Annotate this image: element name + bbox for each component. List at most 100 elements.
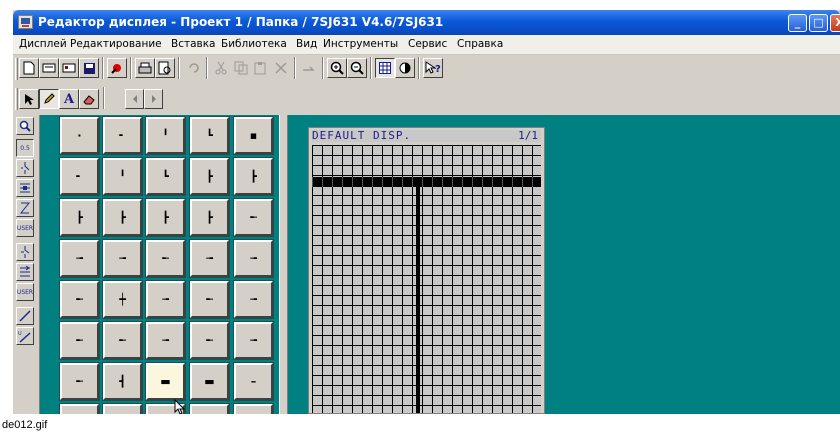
palette-symbol[interactable]: ╸	[59, 157, 100, 196]
pane-splitter[interactable]	[279, 115, 288, 414]
paste-icon[interactable]	[251, 58, 271, 78]
new-icon[interactable]	[19, 58, 39, 78]
cut-icon[interactable]	[211, 58, 231, 78]
line-icon[interactable]	[16, 307, 34, 325]
palette-symbol[interactable]: ╼	[233, 321, 274, 360]
window-title: Редактор дисплея - Проект 1 / Папка / 7S…	[38, 15, 444, 29]
palette-symbol[interactable]: ╼	[233, 280, 274, 319]
palette-symbol[interactable]: ┣	[189, 157, 230, 196]
palette-symbol[interactable]: ┣	[59, 198, 100, 237]
palette-symbol[interactable]: ·	[59, 116, 100, 155]
text-icon[interactable]: 0.5	[16, 139, 34, 157]
menu-help[interactable]: Справка	[457, 38, 503, 50]
symbol-category-sidebar: 0.5 USER USER U	[13, 115, 40, 414]
palette-symbol[interactable]: ╹	[102, 157, 143, 196]
palette-symbol[interactable]: ╾	[59, 280, 100, 319]
palette-symbol[interactable]	[102, 403, 143, 414]
palette-symbol[interactable]: ╼	[233, 239, 274, 278]
palette-symbol[interactable]	[189, 403, 230, 414]
zoom-in-icon[interactable]	[327, 58, 347, 78]
open-icon[interactable]	[39, 58, 59, 78]
palette-symbol[interactable]: ╹	[145, 116, 186, 155]
palette-symbol[interactable]: ╼	[145, 321, 186, 360]
palette-symbol[interactable]: ╼	[145, 280, 186, 319]
palette-symbol[interactable]: ╸	[102, 116, 143, 155]
open-device-icon[interactable]	[59, 58, 79, 78]
palette-symbol[interactable]: ╾	[233, 198, 274, 237]
menu-library[interactable]: Библиотека	[221, 38, 287, 50]
palette-symbol[interactable]: –	[233, 362, 274, 401]
palette-symbol[interactable]: ┣	[145, 198, 186, 237]
contrast-icon[interactable]	[395, 58, 415, 78]
zoom-icon[interactable]	[16, 117, 34, 135]
minimize-button[interactable]: _	[788, 14, 807, 32]
zoom-out-icon[interactable]	[347, 58, 367, 78]
palette-symbol[interactable]: ╾	[102, 321, 143, 360]
user-line-icon[interactable]: U	[16, 327, 34, 345]
app-window: Редактор дисплея - Проект 1 / Папка / 7S…	[13, 10, 840, 414]
close-button[interactable]: X	[830, 14, 840, 32]
palette-symbol[interactable]: ╾	[59, 362, 100, 401]
palette-symbol[interactable]: ┣	[102, 198, 143, 237]
earthing-switch-icon[interactable]	[16, 263, 34, 281]
redo-icon[interactable]	[299, 58, 319, 78]
properties-icon[interactable]	[107, 58, 127, 78]
menu-bar: Дисплей Редактирование Вставка Библиотек…	[13, 35, 840, 55]
breaker-icon[interactable]	[16, 179, 34, 197]
context-help-icon[interactable]: ?	[423, 58, 443, 78]
select-pointer-icon[interactable]	[19, 89, 39, 109]
switch-icon[interactable]	[16, 159, 34, 177]
print-preview-icon[interactable]	[155, 58, 175, 78]
palette-symbol[interactable]: ╾	[145, 239, 186, 278]
menu-service[interactable]: Сервис	[408, 38, 447, 50]
palette-symbol[interactable]: ╾	[59, 321, 100, 360]
palette-symbol[interactable]: ┗	[145, 157, 186, 196]
menu-tools[interactable]: Инструменты	[323, 38, 398, 50]
palette-symbol[interactable]: ┗	[189, 116, 230, 155]
busbar-line[interactable]	[312, 177, 541, 187]
print-icon[interactable]	[135, 58, 155, 78]
save-icon[interactable]	[79, 58, 99, 78]
pencil-icon[interactable]	[39, 89, 59, 109]
palette-symbol-selected[interactable]: ▬	[145, 362, 186, 401]
toolbar-grip-2[interactable]	[15, 88, 18, 110]
display-editor-canvas[interactable]: DEFAULT DISP. 1/1	[308, 127, 545, 414]
eraser-icon[interactable]	[79, 89, 99, 109]
palette-symbol[interactable]: ┫	[102, 362, 143, 401]
undo-icon[interactable]	[183, 58, 203, 78]
transformer-icon[interactable]	[16, 199, 34, 217]
text-tool-button[interactable]: A	[59, 89, 79, 109]
scroll-left-arrow-icon[interactable]	[125, 89, 144, 109]
copy-icon[interactable]	[231, 58, 251, 78]
palette-symbol[interactable]: ┿	[102, 280, 143, 319]
display-name-label: DEFAULT DISP.	[312, 130, 541, 142]
image-caption: de012.gif	[2, 419, 48, 431]
user-icon[interactable]: USER	[16, 219, 34, 237]
palette-symbol[interactable]: ╼	[189, 239, 230, 278]
disconnector-icon[interactable]	[16, 243, 34, 261]
menu-view[interactable]: Вид	[296, 38, 317, 50]
display-page-indicator: 1/1	[518, 129, 538, 142]
grid-icon[interactable]	[375, 58, 395, 78]
delete-icon[interactable]	[271, 58, 291, 78]
palette-symbol[interactable]: ╼	[102, 239, 143, 278]
menu-edit[interactable]: Редактирование	[70, 38, 162, 50]
palette-symbol[interactable]: ┣	[233, 157, 274, 196]
palette-symbol[interactable]	[233, 403, 274, 414]
palette-symbol[interactable]: ╾	[189, 321, 230, 360]
display-editor-app-icon[interactable]	[18, 15, 33, 29]
palette-symbol[interactable]	[59, 403, 100, 414]
scroll-right-arrow-icon[interactable]	[144, 89, 163, 109]
feeder-line[interactable]	[416, 187, 420, 413]
palette-symbol[interactable]: ▬	[189, 362, 230, 401]
menu-insert[interactable]: Вставка	[171, 38, 216, 50]
toolbar-grip[interactable]	[15, 58, 18, 80]
title-bar[interactable]: Редактор дисплея - Проект 1 / Папка / 7S…	[13, 10, 840, 35]
user-symbol-icon[interactable]: USER	[16, 283, 34, 301]
palette-symbol[interactable]: ┣	[189, 198, 230, 237]
palette-symbol[interactable]: ╼	[59, 239, 100, 278]
palette-symbol[interactable]: ╾	[189, 280, 230, 319]
menu-display[interactable]: Дисплей	[19, 38, 67, 50]
maximize-button[interactable]: □	[809, 14, 828, 32]
palette-symbol[interactable]: ▪	[233, 116, 274, 155]
